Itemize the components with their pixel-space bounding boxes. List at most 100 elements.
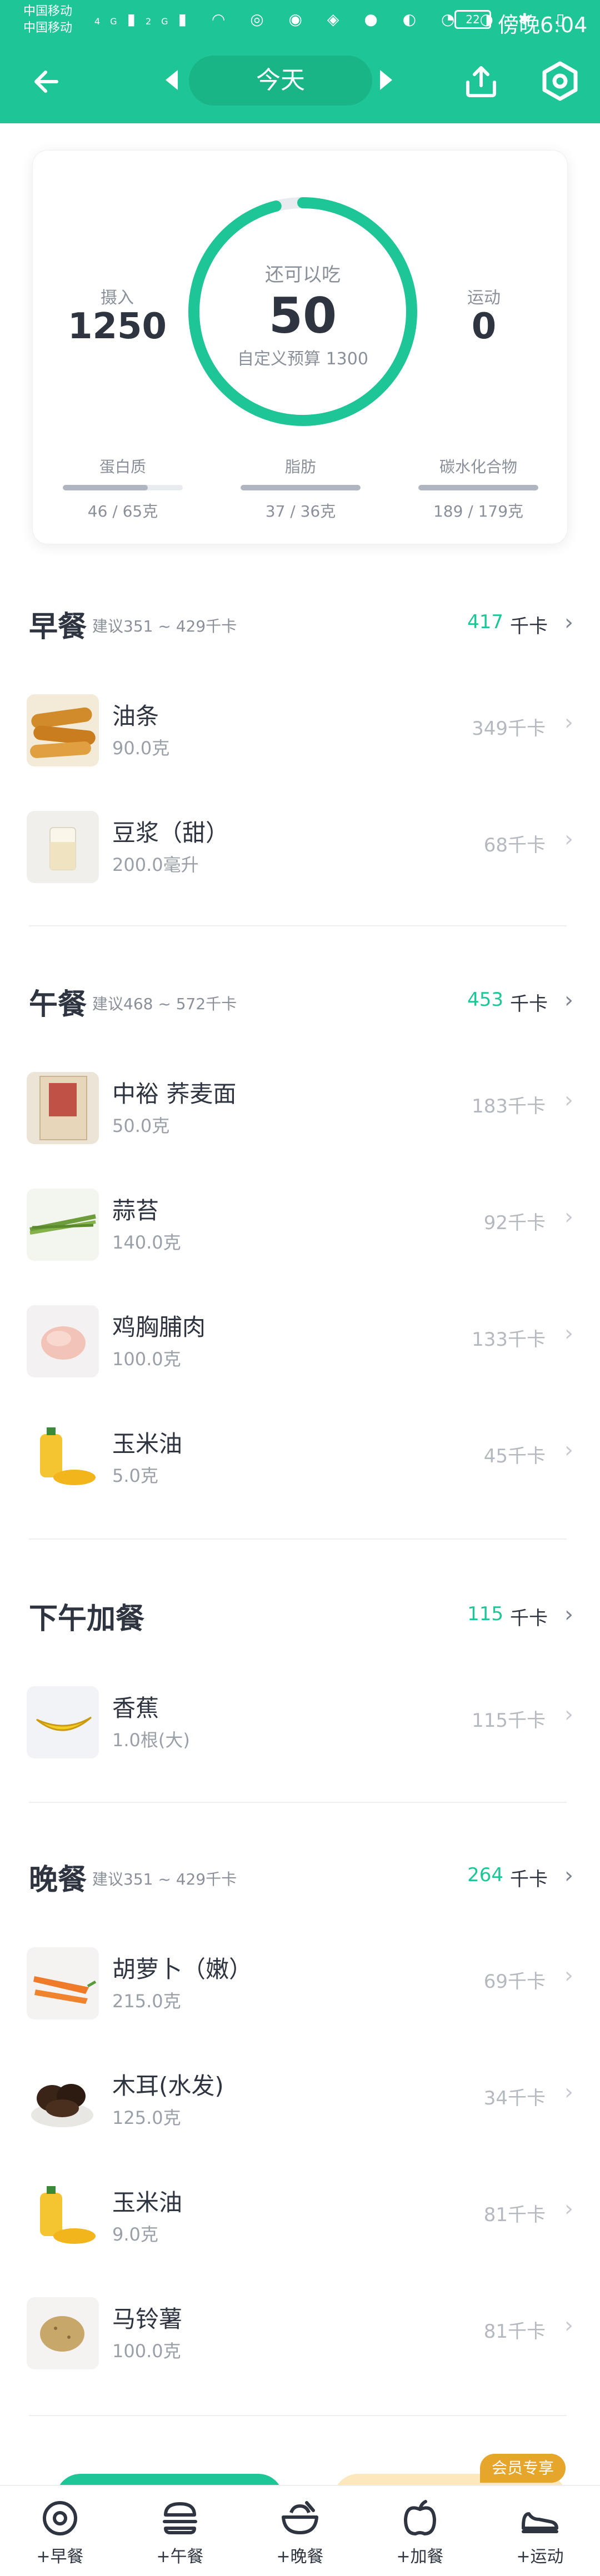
chevron-right-icon: › (564, 610, 573, 635)
macro-value: 37 / 36克 (265, 502, 336, 520)
back-arrow-icon[interactable] (28, 62, 67, 101)
meal-title: 午餐 (29, 988, 87, 1021)
nav-label: +早餐 (36, 2547, 84, 2567)
nav-add-lunch[interactable]: +午餐 (120, 2492, 240, 2567)
next-day-icon[interactable] (380, 70, 392, 90)
nav-add-snack[interactable]: +加餐 (360, 2492, 480, 2567)
food-thumbnail (27, 2064, 99, 2136)
macro-bar (63, 485, 183, 490)
dinner-icon (282, 2501, 318, 2534)
chevron-right-icon: › (564, 1087, 573, 1113)
intake-value: 1250 (67, 306, 167, 347)
food-amount: 5.0克 (112, 1465, 158, 1486)
settings-icon[interactable] (539, 60, 581, 102)
food-name: 玉米油 (112, 2189, 183, 2216)
food-thumbnail (27, 1422, 99, 1494)
member-badge: 会员专享 (480, 2454, 566, 2483)
chevron-right-icon: › (564, 2313, 573, 2338)
meal-header-snack[interactable]: 下午加餐 115 千卡 › (29, 1586, 573, 1636)
macro-name: 蛋白质 (99, 458, 146, 476)
food-amount: 90.0克 (112, 738, 170, 759)
meal-suggestion: 建议351 ~ 429千卡 (92, 1870, 237, 1888)
food-item[interactable]: 玉米油 5.0克 45千卡 › (27, 1400, 573, 1511)
meal-kcal: 453 (467, 989, 503, 1011)
breakfast-icon (43, 2501, 77, 2535)
nav-add-breakfast[interactable]: +早餐 (0, 2492, 120, 2567)
food-amount: 1.0根(大) (112, 1730, 190, 1751)
food-thumbnail (27, 2181, 99, 2253)
food-item[interactable]: 马铃薯 100.0克 81千卡 › (27, 2275, 573, 2386)
network-type-2: 2G (146, 16, 178, 27)
section-divider (29, 1538, 567, 1540)
chevron-right-icon: › (564, 1602, 573, 1627)
food-kcal: 349千卡 (472, 718, 546, 740)
chevron-right-icon: › (564, 1437, 573, 1463)
food-amount: 200.0毫升 (112, 854, 199, 875)
food-item[interactable]: 豆浆（甜） 200.0毫升 68千卡 › (27, 789, 573, 900)
meal-suggestion: 建议351 ~ 429千卡 (92, 617, 237, 635)
carrier-info: 中国移动 中国移动 (23, 3, 72, 37)
food-item[interactable]: 蒜苔 140.0克 92千卡 › (27, 1166, 573, 1277)
food-amount: 140.0克 (112, 1232, 181, 1253)
battery-icon: 22 (454, 10, 491, 29)
date-selector[interactable]: 今天 (189, 56, 372, 106)
food-kcal: 81千卡 (483, 2321, 546, 2343)
meal-title: 晚餐 (29, 1863, 87, 1897)
food-name: 马铃薯 (112, 2306, 183, 2333)
chevron-right-icon: › (564, 1321, 573, 1346)
food-item[interactable]: 胡萝卜（嫩） 215.0克 69千卡 › (27, 1925, 573, 2036)
food-item[interactable]: 玉米油 9.0克 81千卡 › (27, 2158, 573, 2269)
bottom-nav: +早餐 +午餐 +晚餐 +加餐 +运动 (0, 2485, 600, 2576)
meal-kcal-unit: 千卡 (510, 1868, 548, 1891)
chevron-right-icon: › (564, 1863, 573, 1888)
meal-header-lunch[interactable]: 午餐 建议468 ~ 572千卡 453 千卡 › (29, 972, 573, 1022)
macro-bar (418, 485, 538, 490)
prev-day-icon[interactable] (166, 70, 178, 90)
meal-kcal-unit: 千卡 (510, 615, 548, 638)
app-bar: 今天 (0, 43, 600, 123)
nav-add-dinner[interactable]: +晚餐 (240, 2492, 360, 2567)
food-item[interactable]: 中裕 荞麦面 50.0克 183千卡 › (27, 1050, 573, 1161)
food-amount: 50.0克 (112, 1115, 170, 1136)
chevron-right-icon: › (564, 710, 573, 735)
status-bar: 中国移动 中国移动 4G▮2G▮ ◠ ◎ ◉ ◈ ● ◐ ◔ ◑ ✱ ▯ 22 … (0, 0, 600, 43)
food-name: 木耳(水发) (112, 2072, 224, 2099)
food-item[interactable]: 香蕉 1.0根(大) 115千卡 › (27, 1664, 573, 1775)
food-amount: 125.0克 (112, 2107, 181, 2128)
food-item[interactable]: 木耳(水发) 125.0克 34千卡 › (27, 2042, 573, 2153)
network-type-1: 4G (94, 16, 127, 27)
chevron-right-icon: › (564, 1204, 573, 1230)
food-amount: 100.0克 (112, 1349, 181, 1370)
carrier-2: 中国移动 (23, 21, 73, 35)
calorie-summary-card: 摄入 1250 还可以吃 50 自定义预算 1300 运动 0 蛋白质 46 /… (32, 150, 568, 544)
remaining-label: 还可以吃 (265, 264, 341, 286)
macro-value: 46 / 65克 (87, 502, 158, 520)
chevron-right-icon: › (564, 2196, 573, 2222)
food-item[interactable]: 油条 90.0克 349千卡 › (27, 672, 573, 783)
meal-kcal-unit: 千卡 (510, 1607, 548, 1630)
chevron-right-icon: › (564, 826, 573, 852)
food-thumbnail (27, 1686, 99, 1758)
lunch-icon (163, 2502, 197, 2534)
exercise-label: 运动 (467, 288, 501, 308)
macro-fill (241, 485, 361, 490)
food-kcal: 34千卡 (483, 2087, 546, 2109)
food-name: 玉米油 (112, 1430, 183, 1457)
nav-add-exercise[interactable]: +运动 (480, 2492, 600, 2567)
meal-header-dinner[interactable]: 晚餐 建议351 ~ 429千卡 264 千卡 › (29, 1847, 573, 1897)
meal-kcal-unit: 千卡 (510, 993, 548, 1015)
meal-title: 下午加餐 (29, 1602, 145, 1636)
food-item[interactable]: 鸡胸脯肉 100.0克 133千卡 › (27, 1283, 573, 1394)
food-kcal: 133千卡 (472, 1329, 546, 1351)
macro-name: 脂肪 (284, 458, 316, 476)
food-kcal: 45千卡 (483, 1445, 546, 1467)
chevron-right-icon: › (564, 2079, 573, 2105)
meal-header-breakfast[interactable]: 早餐 建议351 ~ 429千卡 417 千卡 › (29, 594, 573, 644)
macro-carbs: 碳水化合物 189 / 179克 (417, 455, 539, 522)
section-divider (29, 1802, 567, 1803)
macro-value: 189 / 179克 (433, 502, 524, 520)
food-kcal: 183千卡 (472, 1095, 546, 1117)
share-icon[interactable] (460, 60, 502, 102)
budget-label[interactable]: 自定义预算 1300 (186, 345, 419, 369)
macro-protein: 蛋白质 46 / 65克 (62, 455, 184, 522)
